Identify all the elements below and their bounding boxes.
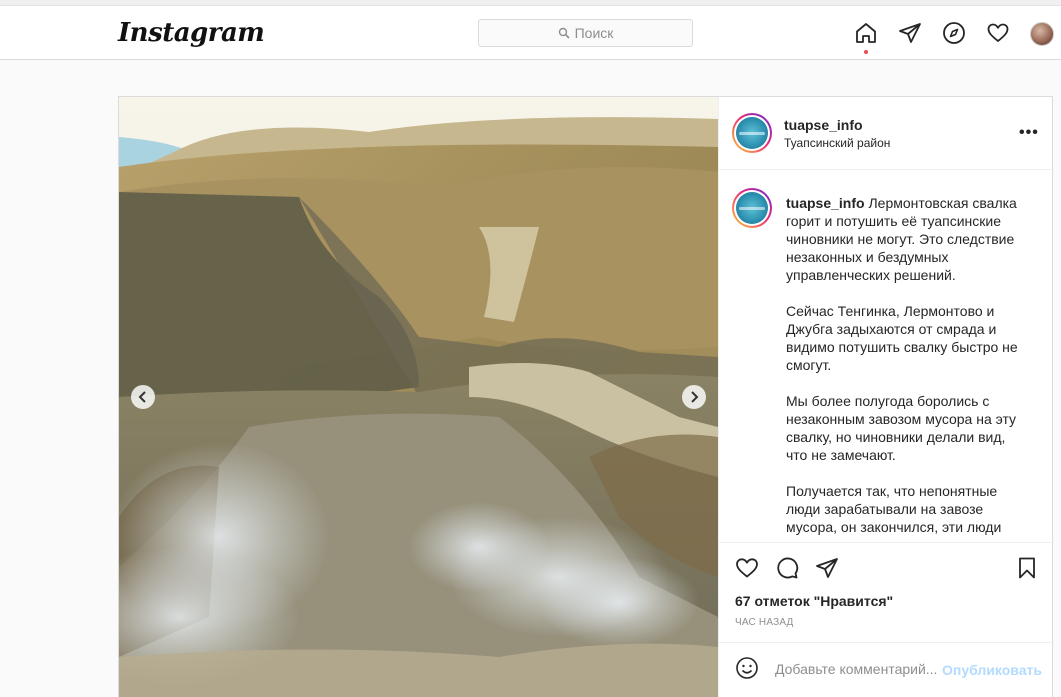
author-username[interactable]: tuapse_info xyxy=(784,117,863,133)
share-icon[interactable] xyxy=(815,556,839,580)
caption-username[interactable]: tuapse_info xyxy=(786,195,865,211)
search-placeholder: Поиск xyxy=(574,25,614,41)
add-comment-bar: Опубликовать xyxy=(719,644,1054,697)
author-avatar[interactable] xyxy=(732,113,772,153)
top-navigation-bar: Instagram Поиск xyxy=(0,6,1061,60)
search-box[interactable]: Поиск xyxy=(478,19,693,47)
carousel-prev-button[interactable] xyxy=(131,385,155,409)
caption-paragraph: Сейчас Тенгинка, Лермонтово и Джубга зад… xyxy=(786,303,1018,373)
post-location[interactable]: Туапсинский район xyxy=(784,136,890,150)
publish-button[interactable]: Опубликовать xyxy=(942,662,1042,678)
comment-icon[interactable] xyxy=(775,556,799,580)
post-actions: 67 отметок "Нравится" час назад xyxy=(719,543,1054,643)
caption-paragraph: Мы более полугода боролись с незаконным … xyxy=(786,393,1017,463)
explore-icon[interactable] xyxy=(942,21,966,45)
post-caption: tuapse_info Лермонтовская свалка горит и… xyxy=(786,194,1026,542)
home-icon[interactable] xyxy=(854,21,878,45)
notification-dot xyxy=(864,50,868,54)
search-icon xyxy=(558,27,570,39)
emoji-icon[interactable] xyxy=(735,656,759,680)
comment-input[interactable] xyxy=(775,661,940,677)
caption-author-avatar[interactable] xyxy=(732,188,772,228)
save-bookmark-icon[interactable] xyxy=(1015,556,1039,580)
chevron-left-icon xyxy=(138,391,146,403)
post-photo xyxy=(119,97,718,697)
post-sidebar: tuapse_info Туапсинский район ••• tuapse… xyxy=(718,97,1054,697)
caption-paragraph: Получается так, что непонятные люди зара… xyxy=(786,483,1002,542)
caption-scroll-area[interactable]: tuapse_info Лермонтовская свалка горит и… xyxy=(719,171,1054,543)
post-timestamp[interactable]: час назад xyxy=(735,617,794,628)
post-header: tuapse_info Туапсинский район ••• xyxy=(719,97,1054,170)
direct-icon[interactable] xyxy=(898,21,922,45)
carousel-next-button[interactable] xyxy=(682,385,706,409)
activity-heart-icon[interactable] xyxy=(986,21,1010,45)
chevron-right-icon xyxy=(691,391,699,403)
profile-avatar[interactable] xyxy=(1030,22,1054,46)
instagram-logo[interactable]: Instagram xyxy=(118,18,265,48)
like-heart-icon[interactable] xyxy=(735,556,759,580)
post-card: tuapse_info Туапсинский район ••• tuapse… xyxy=(118,96,1054,697)
more-options-button[interactable]: ••• xyxy=(1019,124,1039,142)
likes-count[interactable]: 67 отметок "Нравится" xyxy=(735,593,893,609)
